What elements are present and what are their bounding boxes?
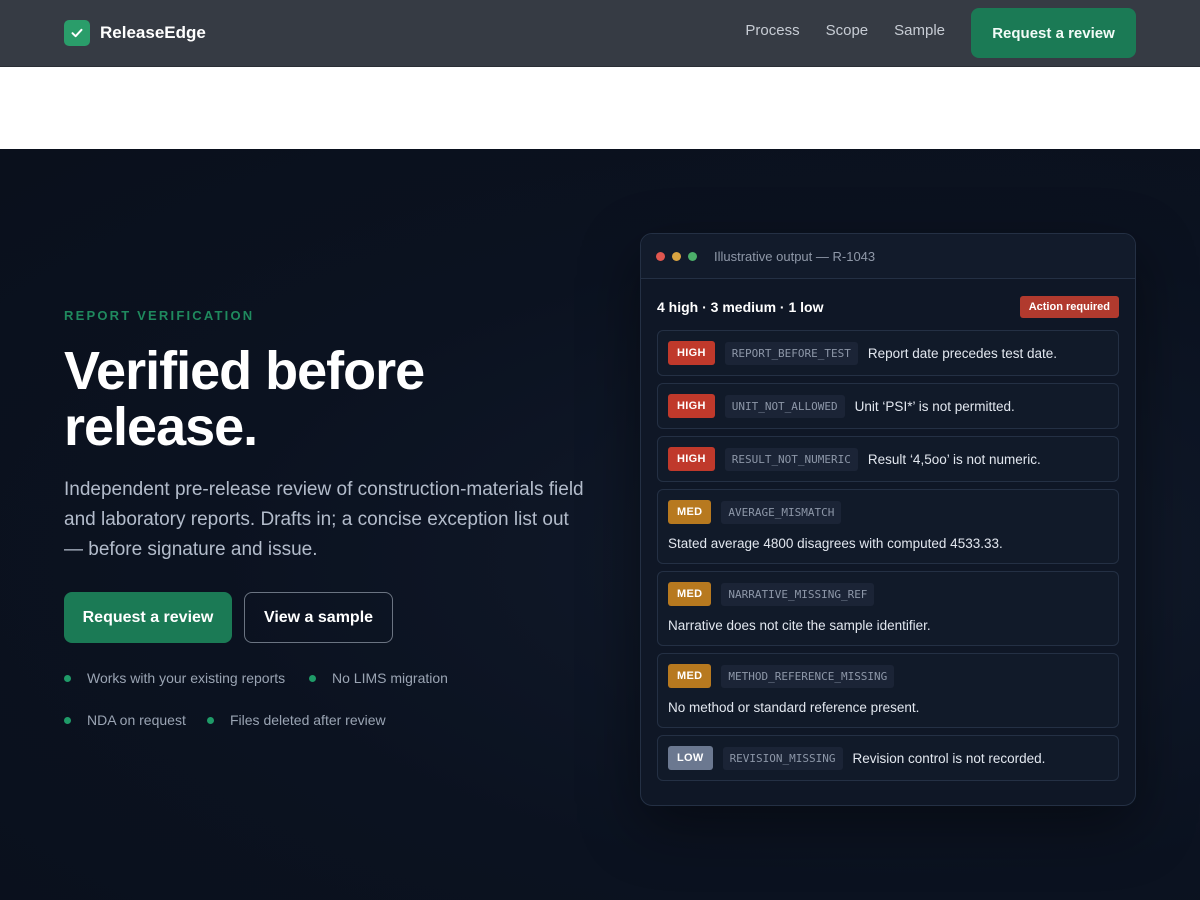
feature-item: Works with your existing reports (64, 669, 289, 687)
issue-row: HIGH RESULT_NOT_NUMERIC Result ‘4,5oo’ i… (657, 436, 1119, 482)
top-nav: ReleaseEdge Process Scope Sample Request… (0, 0, 1200, 67)
feature-text: Files deleted after review (230, 712, 386, 728)
issue-list: HIGH REPORT_BEFORE_TEST Report date prec… (657, 330, 1119, 788)
nav-link-process[interactable]: Process (745, 22, 799, 39)
nav-link-scope[interactable]: Scope (826, 22, 869, 39)
issue-message: Result ‘4,5oo’ is not numeric. (867, 451, 1041, 467)
issue-code: REVISION_MISSING (722, 746, 843, 770)
bullet-dot-icon (64, 674, 71, 682)
bullet-dot-icon (309, 674, 316, 682)
issue-row: HIGH UNIT_NOT_ALLOWED Unit ‘PSI*’ is not… (657, 383, 1119, 429)
brand-name: ReleaseEdge (100, 23, 206, 42)
window-minimize-dot-icon (672, 251, 681, 261)
severity-badge: MED (668, 582, 712, 606)
summary-row: 4 high · 3 medium · 1 low Action require… (657, 295, 1119, 319)
issue-code: NARRATIVE_MISSING_REF (721, 582, 875, 606)
severity-badge: MED (668, 500, 712, 524)
severity-badge: HIGH (668, 341, 715, 365)
nav-links: Process Scope Sample (745, 22, 945, 39)
severity-badge: HIGH (668, 394, 715, 418)
nav-link-sample[interactable]: Sample (894, 22, 945, 39)
severity-badge: MED (668, 664, 712, 688)
view-sample-button[interactable]: View a sample (244, 592, 393, 643)
bullet-dot-icon (207, 716, 214, 724)
issue-row: MED METHOD_REFERENCE_MISSING No method o… (657, 653, 1119, 728)
issue-row: LOW REVISION_MISSING Revision control is… (657, 735, 1119, 781)
check-icon (64, 20, 90, 46)
issue-message: Report date precedes test date. (867, 345, 1058, 361)
sample-output-panel: Illustrative output — R-1043 4 high · 3 … (640, 233, 1136, 806)
feature-text: Works with your existing reports (87, 670, 286, 686)
issue-message: Narrative does not cite the sample ident… (668, 618, 931, 633)
request-review-button[interactable]: Request a review (64, 592, 232, 643)
issue-message: Unit ‘PSI*’ is not permitted. (854, 398, 1015, 414)
issue-message: Revision control is not recorded. (852, 750, 1046, 766)
issue-row: MED AVERAGE_MISMATCH Stated average 4800… (657, 489, 1119, 564)
issue-message: Stated average 4800 disagrees with compu… (668, 536, 1003, 551)
window-maximize-dot-icon (688, 251, 697, 261)
spacer-band (0, 67, 1200, 149)
hero-lead: Independent pre-release review of constr… (64, 479, 584, 560)
nav-request-review-button[interactable]: Request a review (971, 8, 1136, 58)
feature-item: Files deleted after review (207, 711, 386, 729)
issue-summary: 4 high · 3 medium · 1 low (657, 299, 824, 315)
issue-row: MED NARRATIVE_MISSING_REF Narrative does… (657, 571, 1119, 646)
hero-eyebrow: REPORT VERIFICATION (64, 308, 255, 323)
brand[interactable]: ReleaseEdge (64, 20, 206, 46)
issue-message: No method or standard reference present. (668, 700, 920, 715)
bullet-dot-icon (64, 716, 71, 724)
issue-row: HIGH REPORT_BEFORE_TEST Report date prec… (657, 330, 1119, 376)
issue-code: RESULT_NOT_NUMERIC (724, 447, 858, 471)
issue-code: REPORT_BEFORE_TEST (724, 341, 858, 365)
action-required-badge: Action required (1019, 296, 1119, 318)
feature-text: NDA on request (87, 712, 186, 728)
feature-item: NDA on request (64, 711, 187, 729)
severity-badge: LOW (668, 746, 713, 770)
window-close-dot-icon (656, 251, 665, 261)
feature-list: Works with your existing reports No LIMS… (64, 669, 524, 729)
feature-text: No LIMS migration (332, 670, 448, 686)
severity-badge: HIGH (668, 447, 715, 471)
hero-section: REPORT VERIFICATION Verified before rele… (0, 149, 1200, 900)
hero-headline: Verified before release. (64, 341, 425, 457)
panel-title: Illustrative output — R-1043 (714, 248, 876, 264)
issue-code: UNIT_NOT_ALLOWED (724, 394, 845, 418)
feature-item: No LIMS migration (309, 669, 448, 687)
issue-code: METHOD_REFERENCE_MISSING (721, 664, 895, 688)
issue-code: AVERAGE_MISMATCH (721, 500, 842, 524)
panel-titlebar: Illustrative output — R-1043 (641, 234, 1135, 279)
